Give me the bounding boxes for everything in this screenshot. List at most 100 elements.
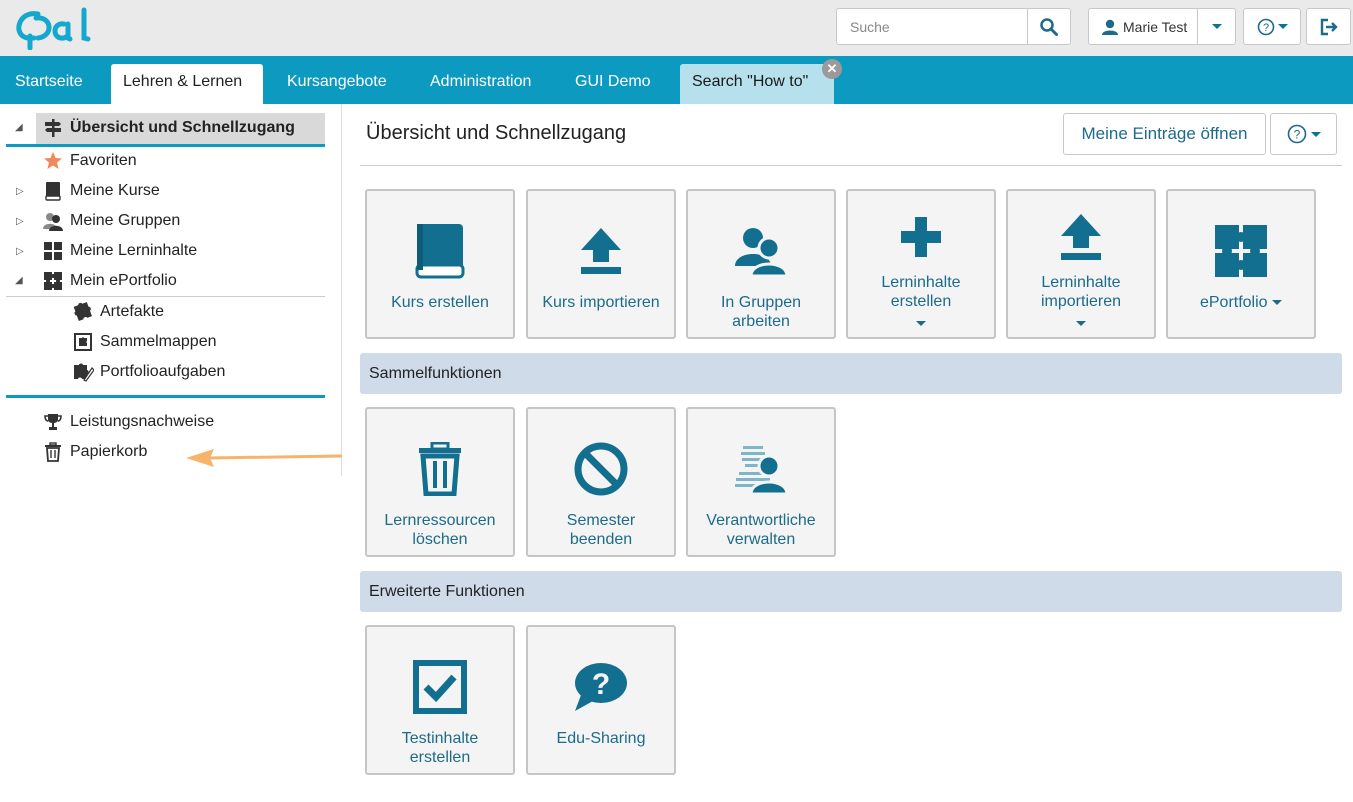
help-icon: ? (1287, 124, 1306, 144)
sidebar-item-favoriten[interactable]: Favoriten (42, 146, 137, 176)
tile-semester-beenden[interactable]: Semester beenden (526, 407, 676, 557)
section-header-erweiterte-funktionen: Erweiterte Funktionen (360, 571, 1342, 612)
user-menu: Marie Test (1088, 8, 1237, 45)
search-box (836, 8, 1071, 45)
sidebar-divider (6, 395, 325, 398)
tab-search-how-to[interactable]: Search "How to" ✕ (680, 59, 842, 104)
user-button[interactable]: Marie Test (1088, 8, 1199, 45)
tile-label: Semester beenden (566, 512, 636, 548)
trash-icon (419, 442, 461, 496)
tab-kursangebote[interactable]: Kursangebote (275, 64, 399, 104)
question-bubble-icon: ? (575, 663, 627, 711)
chevron-down-icon (1277, 24, 1288, 29)
user-icon (1102, 19, 1118, 35)
sidebar: ◢ Übersicht und Schnellzugang Favoriten … (0, 104, 342, 476)
tile-lernressourcen-loeschen[interactable]: Lernressourcen löschen (365, 407, 515, 557)
tile-kurs-importieren[interactable]: Kurs importieren (526, 189, 676, 339)
tab-lehren-lernen[interactable]: Lehren & Lernen (111, 64, 263, 104)
plus-icon (901, 217, 941, 257)
help-menu-button[interactable]: ? (1243, 8, 1301, 45)
sidebar-item-sammelmappen[interactable]: Sammelmappen (72, 327, 217, 357)
sidebar-item-label: Papierkorb (70, 443, 148, 460)
sidebar-item-label: Übersicht und Schnellzugang (70, 119, 295, 136)
tile-label: Testinhalte erstellen (401, 730, 479, 766)
expand-toggle-icon[interactable]: ▷ (16, 216, 24, 227)
sidebar-item-portfolioaufgaben[interactable]: Portfolioaufgaben (72, 357, 225, 387)
tab-startseite[interactable]: Startseite (3, 64, 95, 104)
tile-kurs-erstellen[interactable]: Kurs erstellen (365, 189, 515, 339)
book-icon (415, 224, 465, 279)
tile-lerninhalte-erstellen[interactable]: Lerninhalte erstellen (846, 189, 996, 339)
tile-verantwortliche-verwalten[interactable]: Verantwortliche verwalten (686, 407, 836, 557)
sidebar-item-meine-gruppen[interactable]: Meine Gruppen (42, 206, 180, 236)
tile-in-gruppen-arbeiten[interactable]: In Gruppen arbeiten (686, 189, 836, 339)
opal-logo[interactable] (8, 6, 100, 50)
sidebar-item-overview[interactable]: Übersicht und Schnellzugang (42, 113, 295, 143)
page-help-button[interactable]: ? (1270, 113, 1337, 155)
top-bar: Marie Test ? (0, 0, 1353, 56)
puzzle-icon (1215, 225, 1267, 277)
page-title: Übersicht und Schnellzugang (366, 122, 627, 144)
sidebar-item-papierkorb[interactable]: Papierkorb (42, 437, 147, 467)
signpost-icon (42, 117, 64, 139)
annotation-arrow (186, 449, 342, 467)
logout-icon (1320, 18, 1338, 35)
user-dropdown-toggle[interactable] (1198, 8, 1237, 45)
tile-label: Lerninhalte erstellen (881, 274, 961, 310)
group-striped-icon (735, 446, 789, 494)
sidebar-item-label: Meine Kurse (70, 182, 160, 199)
upload-icon (1061, 214, 1101, 260)
user-name: Marie Test (1123, 18, 1188, 35)
svg-text:?: ? (1262, 22, 1268, 34)
logout-button[interactable] (1306, 8, 1351, 45)
help-icon: ? (1257, 18, 1274, 35)
sidebar-item-meine-lerninhalte[interactable]: Meine Lerninhalte (42, 236, 197, 266)
collapse-toggle-icon[interactable]: ◢ (15, 275, 23, 286)
tile-label-text: ePortfolio (1199, 294, 1268, 311)
puzzle-icon (42, 270, 64, 292)
sidebar-item-leistungsnachweise[interactable]: Leistungsnachweise (42, 407, 214, 437)
sidebar-item-label: Meine Gruppen (70, 212, 181, 229)
tile-label: Lernressourcen löschen (384, 512, 496, 548)
expand-toggle-icon[interactable]: ▷ (16, 186, 24, 197)
sidebar-item-mein-eportfolio[interactable]: Mein ePortfolio (42, 266, 177, 296)
sidebar-item-label: Portfolioaufgaben (100, 363, 226, 380)
main-navigation: Startseite Lehren & Lernen Kursangebote … (0, 56, 1353, 104)
section-header-sammelfunktionen: Sammelfunktionen (360, 353, 1342, 394)
tile-label: ePortfolio (1194, 293, 1288, 312)
trash-icon (42, 441, 64, 463)
sidebar-item-label: Leistungsnachweise (70, 413, 215, 430)
grid-icon (42, 240, 64, 262)
tile-label: Verantwortliche verwalten (706, 512, 816, 548)
collapse-toggle-icon[interactable]: ◢ (15, 122, 23, 133)
ban-icon (574, 442, 628, 496)
chevron-down-icon (1076, 321, 1086, 326)
book-icon (42, 180, 64, 202)
search-button[interactable] (1027, 9, 1070, 44)
svg-text:?: ? (1293, 128, 1300, 142)
expand-toggle-icon[interactable]: ▷ (16, 246, 24, 257)
close-icon[interactable]: ✕ (822, 59, 842, 79)
checkbox-icon (413, 660, 467, 714)
tile-lerninhalte-importieren[interactable]: Lerninhalte importieren (1006, 189, 1156, 339)
sidebar-item-label: Mein ePortfolio (70, 272, 177, 289)
tab-gui-demo[interactable]: GUI Demo (563, 64, 663, 104)
tile-label: Kurs erstellen (391, 294, 489, 311)
tile-label: Kurs importieren (542, 294, 660, 311)
sidebar-divider (6, 296, 325, 297)
sidebar-item-artefakte[interactable]: Artefakte (72, 297, 164, 327)
search-icon (1040, 17, 1058, 36)
sidebar-item-label: Artefakte (100, 303, 165, 320)
tab-search-how-to-label: Search "How to" (692, 73, 809, 90)
search-input[interactable] (837, 9, 1027, 44)
tile-label: In Gruppen arbeiten (720, 294, 802, 330)
tab-administration[interactable]: Administration (418, 64, 543, 104)
group-icon (735, 228, 789, 276)
sidebar-item-meine-kurse[interactable]: Meine Kurse (42, 176, 160, 206)
sidebar-item-label: Favoriten (70, 152, 137, 169)
tile-edu-sharing[interactable]: ? Edu-Sharing (526, 625, 676, 775)
trophy-icon (42, 411, 64, 433)
open-entries-button[interactable]: Meine Einträge öffnen (1063, 113, 1266, 155)
tile-testinhalte-erstellen[interactable]: Testinhalte erstellen (365, 625, 515, 775)
tile-eportfolio[interactable]: ePortfolio (1166, 189, 1316, 339)
